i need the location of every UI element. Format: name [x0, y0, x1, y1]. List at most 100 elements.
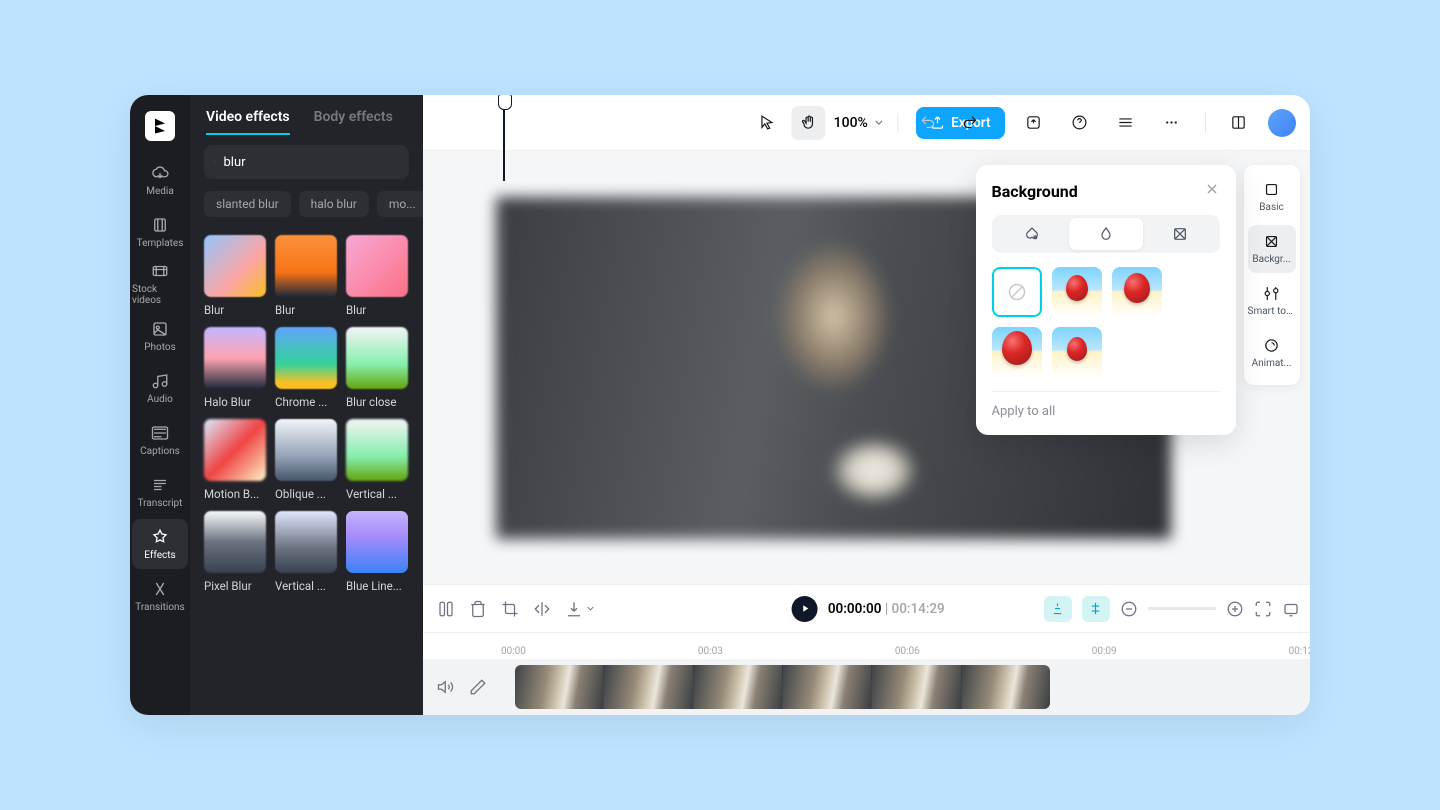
search-chips: slanted blur halo blur mo... [190, 187, 423, 227]
zoom-out-button[interactable] [1120, 600, 1138, 618]
layout-toggle[interactable] [1222, 106, 1256, 140]
effect-item[interactable]: Oblique ... [275, 419, 338, 501]
magnet-toggle[interactable] [1044, 596, 1072, 622]
undo-button[interactable] [911, 106, 945, 140]
clear-search-icon[interactable] [398, 155, 400, 169]
chip-halo-blur[interactable]: halo blur [299, 191, 369, 217]
fullscreen-button[interactable] [1282, 600, 1300, 618]
effect-name: Chrome ... [275, 395, 337, 409]
bg-option-1[interactable] [1052, 267, 1102, 317]
search-input-wrap [204, 145, 409, 179]
nav-photos[interactable]: Photos [132, 311, 188, 361]
video-clip[interactable] [515, 665, 1050, 709]
effect-item[interactable]: Blur [275, 235, 338, 317]
prop-animat[interactable]: Animat... [1248, 329, 1296, 377]
help-button[interactable] [1063, 106, 1097, 140]
split-tool[interactable] [437, 600, 455, 618]
pointer-tool[interactable] [750, 106, 784, 140]
chip-mo---[interactable]: mo... [377, 191, 423, 217]
app-logo[interactable] [145, 111, 175, 141]
tab-video-effects[interactable]: Video effects [206, 109, 290, 135]
mute-icon[interactable] [437, 678, 455, 696]
bg-mode-color[interactable] [995, 218, 1069, 250]
zoom-in-button[interactable] [1226, 600, 1244, 618]
panel-tabs: Video effects Body effects [190, 95, 423, 135]
effect-item[interactable]: Blue Line... [346, 511, 409, 593]
bg-option-none[interactable] [992, 267, 1042, 317]
effect-item[interactable]: Vertical ... [346, 419, 409, 501]
effect-item[interactable]: Blur close [346, 327, 409, 409]
nav-transcript[interactable]: Transcript [132, 467, 188, 517]
hand-tool[interactable] [792, 106, 826, 140]
effect-item[interactable]: Pixel Blur [204, 511, 267, 593]
playhead[interactable] [503, 95, 505, 181]
bg-mode-blur[interactable] [1069, 218, 1143, 250]
tab-body-effects[interactable]: Body effects [314, 109, 393, 135]
time-ruler[interactable]: 00:0000:0300:0600:0900:12 [423, 633, 1310, 659]
close-popover-button[interactable] [1204, 181, 1220, 201]
prop-backgr[interactable]: Backgr... [1248, 225, 1296, 273]
nav-effects[interactable]: Effects [132, 519, 188, 569]
bg-option-3[interactable] [992, 327, 1042, 377]
download-button[interactable] [565, 600, 583, 618]
effect-name: Motion B... [204, 487, 266, 501]
effect-item[interactable]: Blur [204, 235, 267, 317]
effect-item[interactable]: Halo Blur [204, 327, 267, 409]
crop-button[interactable] [501, 600, 519, 618]
fit-button[interactable] [1254, 600, 1272, 618]
bg-option-2[interactable] [1112, 267, 1162, 317]
mirror-button[interactable] [533, 600, 551, 618]
effect-thumb [204, 511, 266, 573]
nav-media[interactable]: Media [132, 155, 188, 205]
share-button[interactable] [1017, 106, 1051, 140]
popover-title: Background [992, 182, 1078, 201]
bg-mode-image[interactable] [1143, 218, 1217, 250]
effect-thumb [346, 419, 408, 481]
zoom-level[interactable]: 100% [834, 115, 886, 131]
edit-track-icon[interactable] [469, 678, 487, 696]
background-options [992, 267, 1220, 377]
zoom-slider[interactable] [1148, 607, 1216, 610]
nav-templates[interactable]: Templates [132, 207, 188, 257]
left-nav: MediaTemplatesStock videosPhotosAudioCap… [130, 95, 190, 715]
video-track[interactable] [423, 659, 1310, 715]
background-popover: Background Apply to all [976, 165, 1236, 435]
nav-stock-videos[interactable]: Stock videos [132, 259, 188, 309]
play-button[interactable] [792, 596, 818, 622]
chip-slanted-blur[interactable]: slanted blur [204, 191, 291, 217]
search-input[interactable] [224, 155, 390, 170]
timeline-controls: 00:00:00 | 00:14:29 [423, 584, 1310, 632]
nav-audio[interactable]: Audio [132, 363, 188, 413]
settings-button[interactable] [1109, 106, 1143, 140]
effect-thumb [275, 327, 337, 389]
nav-transitions[interactable]: Transitions [132, 571, 188, 621]
effects-grid: Blur Blur Blur Halo Blur Chrome ... Blur clos… [190, 227, 423, 601]
more-button[interactable] [1155, 106, 1189, 140]
timecode: 00:00:00 | 00:14:29 [828, 601, 945, 617]
effect-thumb [204, 235, 266, 297]
effect-item[interactable]: Motion B... [204, 419, 267, 501]
effect-thumb [204, 419, 266, 481]
effect-name: Blur [275, 303, 337, 317]
main-area: 100% Export BasicBackgr.. [423, 95, 1310, 715]
delete-button[interactable] [469, 600, 487, 618]
redo-button[interactable] [953, 106, 987, 140]
nav-captions[interactable]: Captions [132, 415, 188, 465]
effect-thumb [346, 511, 408, 573]
apply-to-all-button[interactable]: Apply to all [992, 391, 1220, 419]
snap-toggle[interactable] [1082, 596, 1110, 622]
effects-panel: Video effects Body effects slanted blur ha… [190, 95, 423, 715]
effect-item[interactable]: Chrome ... [275, 327, 338, 409]
timeline: 00:0000:0300:0600:0900:12 [423, 632, 1310, 715]
effect-name: Vertical ... [346, 487, 408, 501]
prop-basic[interactable]: Basic [1248, 173, 1296, 221]
effect-thumb [346, 327, 408, 389]
effect-item[interactable]: Vertical ... [275, 511, 338, 593]
effect-name: Pixel Blur [204, 579, 266, 593]
bg-option-4[interactable] [1052, 327, 1102, 377]
search-icon [214, 155, 216, 169]
effect-item[interactable]: Blur [346, 235, 409, 317]
user-avatar[interactable] [1268, 109, 1296, 137]
effect-thumb [275, 511, 337, 573]
prop-smarttools[interactable]: Smart tools [1248, 277, 1296, 325]
